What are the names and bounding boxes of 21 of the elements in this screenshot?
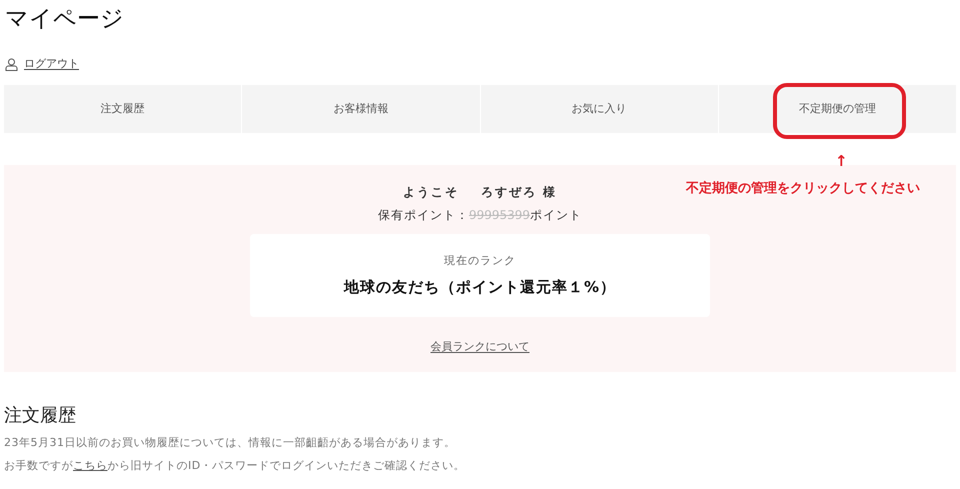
instruction-annotation: 不定期便の管理をクリックしてください [686, 180, 920, 198]
nav-tab[interactable]: お気に入り [480, 85, 718, 133]
history-note: 23年5月31日以前のお買い物履歴については、情報に一部齟齬がある場合があります。 [4, 435, 456, 451]
points-label: 保有ポイント： [378, 207, 469, 224]
logout-link[interactable]: ログアウト [24, 56, 79, 72]
rank-name: 地球の友だち（ポイント還元率１%） [344, 276, 616, 298]
nav-tab[interactable]: 注文履歴 [4, 85, 242, 133]
customer-name: ろすぜろ 様 [480, 184, 558, 201]
nav-tab[interactable]: 不定期便の管理 [718, 85, 956, 133]
arrow-annotation: ↑ [835, 151, 848, 172]
old-site-link[interactable]: こちら [73, 458, 108, 472]
greeting: ようこそ [402, 184, 459, 201]
section-title: 注文履歴 [4, 404, 77, 428]
points-unit: ポイント [530, 207, 582, 224]
rank-info-link[interactable]: 会員ランクについて [430, 339, 530, 356]
page-title: マイページ [5, 5, 124, 34]
user-icon [5, 58, 18, 70]
nav-tab[interactable]: お客様情報 [242, 85, 480, 133]
history-note: お手数ですがこちらから旧サイトのID・パスワードでログインいただきご確認ください。 [4, 458, 466, 474]
rank-label: 現在のランク [444, 253, 516, 269]
points-value: 99995399 [468, 207, 530, 224]
